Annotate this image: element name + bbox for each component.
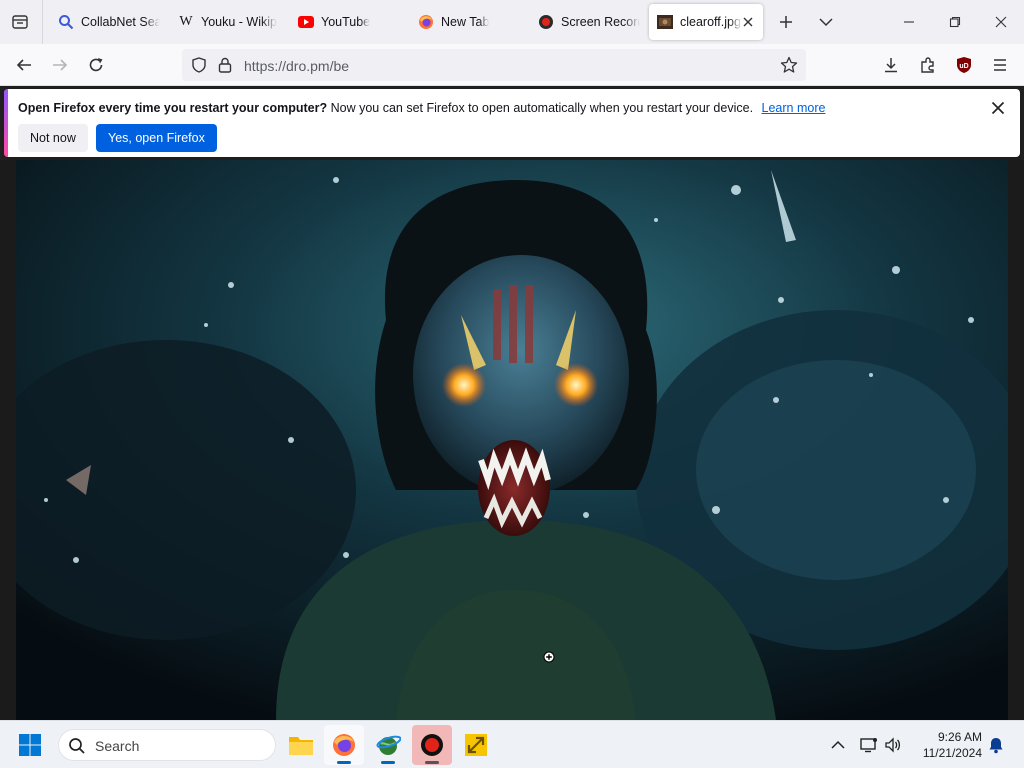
forward-button[interactable] [45,50,75,80]
download-icon [885,58,897,73]
displayed-image[interactable] [16,160,1008,720]
close-icon [995,16,1007,28]
app-menu-button[interactable] [985,50,1015,80]
windows-start-icon[interactable] [18,733,42,757]
chevron-down-icon [819,18,833,27]
list-all-tabs-button[interactable] [812,8,840,36]
notification-bar: Open Firefox every time you restart your… [4,89,1020,157]
taskbar-search-box[interactable]: Search [58,729,276,761]
running-indicator [337,761,351,764]
tab-label: CollabNet Sea [81,15,160,29]
tab-separator [42,0,43,44]
clock-date: 11/21/2024 [922,746,982,760]
tab-label: YouTube [321,15,371,29]
firefox-view-icon [12,15,28,29]
tab-screen-record[interactable]: Screen Record [530,4,648,40]
tracking-protection-shield-icon[interactable] [190,56,208,74]
tab-new-tab[interactable]: New Tab [410,4,528,40]
restore-window-button[interactable] [932,0,978,44]
tab-clearoff-jpg[interactable]: clearoff.jpg [649,4,763,40]
new-tab-button[interactable] [772,8,800,36]
forward-arrow-icon [53,59,68,71]
windows-taskbar: Search 9:26 AM 11/21/2024 [0,720,1024,768]
restore-icon [949,16,961,28]
puzzle-piece-icon [921,57,934,73]
notification-message: Open Firefox every time you restart your… [18,101,825,115]
not-now-button[interactable]: Not now [18,124,88,152]
back-arrow-icon [16,59,31,71]
internet-explorer-taskbar-button[interactable] [368,725,408,765]
network-arrows-icon [465,734,487,756]
search-placeholder: Search [95,738,140,754]
page-content [0,160,1024,720]
creature-artwork [16,160,1008,720]
speaker-volume-icon[interactable] [883,735,903,755]
firefox-view-button[interactable] [6,8,34,36]
tab-strip: CollabNet Sea W Youku - Wikip YouTube Ne… [0,0,1024,44]
notification-accent [4,89,8,157]
ublock-badge-text: uD [959,63,968,70]
hamburger-menu-icon [994,59,1006,71]
tab-youtube[interactable]: YouTube [290,4,408,40]
yes-open-firefox-button[interactable]: Yes, open Firefox [96,124,217,152]
show-hidden-icons-chevron-up-icon[interactable] [828,735,848,755]
tab-youku-wikipedia[interactable]: W Youku - Wikip [170,4,288,40]
tab-label: New Tab [441,15,490,29]
tab-collabnet[interactable]: CollabNet Sea [50,4,168,40]
folder-icon [289,737,313,755]
learn-more-link[interactable]: Learn more [762,101,826,115]
bookmark-star-icon[interactable] [780,56,798,74]
downloads-button[interactable] [876,50,906,80]
reload-button[interactable] [81,50,111,80]
record-icon [421,734,443,756]
image-thumbnail-icon [657,14,673,30]
lock-icon[interactable] [216,56,234,74]
ublock-origin-button[interactable]: uD [949,50,979,80]
minimize-icon [904,21,914,23]
ublock-shield-icon: uD [957,57,971,73]
screen-recorder-taskbar-button[interactable] [412,725,452,765]
record-icon [538,14,554,30]
firefox-icon [333,734,355,756]
network-monitor-icon[interactable] [859,735,879,755]
tab-label: Youku - Wikip [201,15,277,29]
url-text[interactable]: https://dro.pm/be [244,58,349,74]
notification-body: Now you can set Firefox to open automati… [330,101,754,115]
minimize-window-button[interactable] [886,0,932,44]
close-window-button[interactable] [978,0,1024,44]
wikipedia-icon: W [179,14,193,29]
notification-bell-icon[interactable] [986,735,1006,755]
firefox-taskbar-button[interactable] [324,725,364,765]
url-bar[interactable]: https://dro.pm/be [182,49,806,81]
firefox-icon [418,14,434,30]
search-icon [58,14,74,30]
reload-icon [89,58,103,72]
tab-label: Screen Record [561,15,640,29]
clock-time: 9:26 AM [937,730,982,744]
globe-icon [376,735,401,755]
system-clock[interactable]: 9:26 AM 11/21/2024 [923,729,982,761]
extensions-button[interactable] [913,50,943,80]
close-tab-icon[interactable] [740,14,756,30]
running-indicator [381,761,395,764]
close-notification-icon[interactable] [988,98,1008,118]
tab-label: clearoff.jpg [680,15,741,29]
file-explorer-taskbar-button[interactable] [281,725,321,765]
network-tool-taskbar-button[interactable] [456,725,496,765]
notification-title: Open Firefox every time you restart your… [18,101,328,115]
search-icon [69,738,85,754]
running-indicator [425,761,439,764]
youtube-icon [298,14,314,30]
plus-icon [780,16,792,28]
navigation-toolbar: https://dro.pm/be uD [0,44,1024,86]
zoom-in-cursor-icon [543,651,555,663]
back-button[interactable] [9,50,39,80]
